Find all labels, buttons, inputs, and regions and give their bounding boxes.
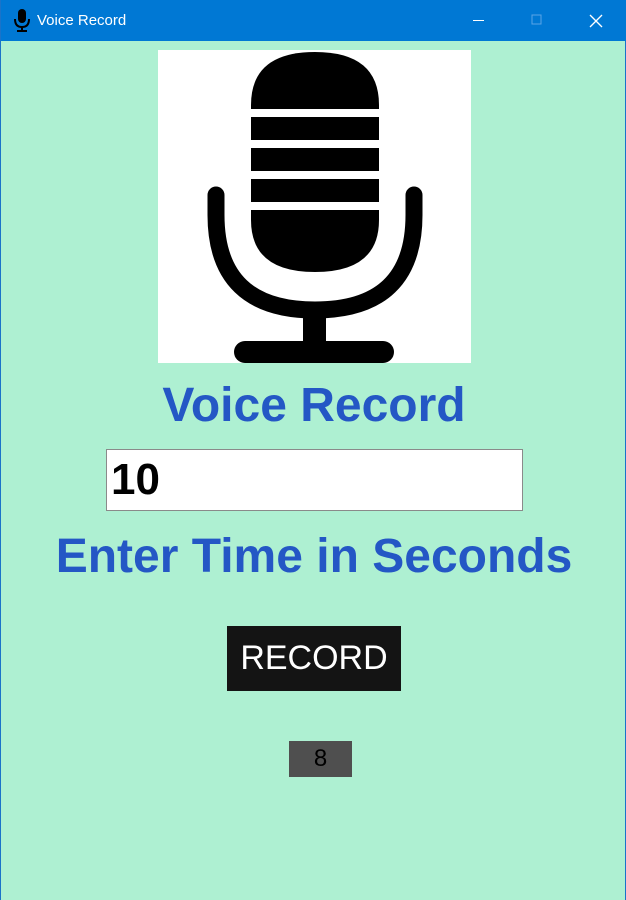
title-bar[interactable]: Voice Record: [1, 0, 626, 41]
time-input-label: Enter Time in Seconds: [55, 530, 573, 583]
minimize-button[interactable]: [451, 0, 509, 41]
window-title: Voice Record: [37, 12, 127, 29]
time-seconds-input[interactable]: [106, 449, 523, 511]
minimize-icon: [473, 20, 484, 21]
close-button[interactable]: [567, 0, 625, 41]
maximize-button[interactable]: [509, 0, 567, 41]
main-content: Voice Record Enter Time in Seconds RECOR…: [1, 41, 625, 900]
microphone-icon: [207, 52, 423, 363]
maximize-icon: [531, 14, 542, 25]
microphone-image: [158, 50, 471, 363]
close-icon: [589, 14, 603, 28]
app-window: Voice Record Voice Record 10 Enter Time …: [0, 0, 626, 900]
page-title: Voice Record: [162, 379, 466, 432]
record-button[interactable]: RECORD: [227, 626, 401, 691]
countdown-counter: 8: [289, 741, 352, 777]
microphone-icon: [13, 9, 31, 33]
